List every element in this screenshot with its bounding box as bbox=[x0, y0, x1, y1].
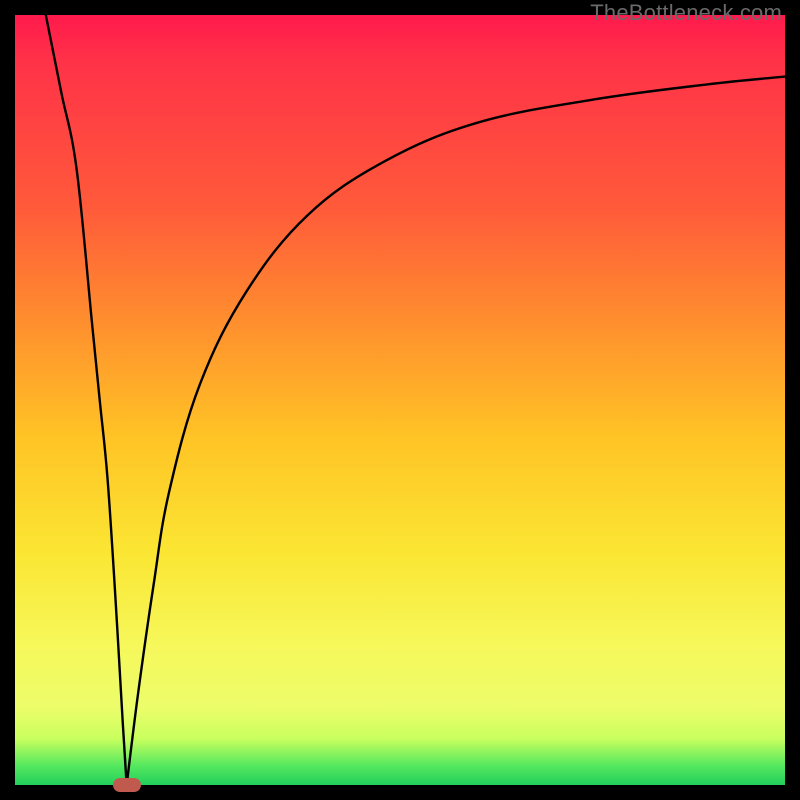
curve-right-branch bbox=[127, 77, 785, 785]
optimum-marker bbox=[113, 778, 141, 792]
plot-area bbox=[15, 15, 785, 785]
chart-frame: TheBottleneck.com bbox=[0, 0, 800, 800]
watermark-text: TheBottleneck.com bbox=[590, 0, 782, 26]
curve-layer bbox=[15, 15, 785, 785]
curve-left-branch bbox=[46, 15, 127, 785]
